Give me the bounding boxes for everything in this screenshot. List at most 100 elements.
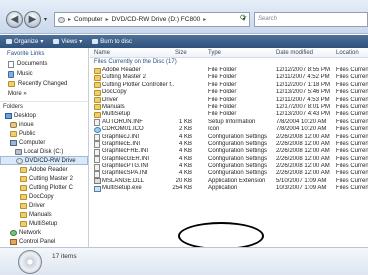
- column-header-name[interactable]: Name: [94, 50, 110, 56]
- file-date-modified: 12/17/2007 8:01 PM: [276, 103, 331, 110]
- favorite-link[interactable]: Documents: [0, 59, 88, 69]
- folder-icon: [20, 220, 27, 227]
- column-headers: Name Size Type Date modified Location: [90, 48, 368, 58]
- disc-icon: [16, 157, 23, 164]
- tree-item-label: Local Disk (C:): [24, 148, 64, 155]
- favorite-link[interactable]: More »: [0, 89, 88, 99]
- file-name: GraphtecSPA.INI: [102, 170, 148, 177]
- file-row[interactable]: Driver File Folder 12/11/2007 4:53 PM Files…: [90, 97, 368, 104]
- tree-item[interactable]: Adobe Reader: [0, 165, 88, 174]
- breadcrumb-drive[interactable]: DVD/CD-RW Drive (D:) FC800: [112, 16, 201, 23]
- icon-file-icon: [94, 126, 101, 133]
- file-location: Files Currently: [336, 140, 368, 147]
- tree-item[interactable]: inoue: [0, 120, 88, 129]
- file-location: Files Currently: [336, 81, 368, 88]
- search-input[interactable]: Search: [254, 12, 368, 27]
- application-icon: [94, 185, 101, 192]
- navigation-pane: Favorite Links Documents Music Recently Ch…: [0, 48, 89, 247]
- tree-item[interactable]: Desktop: [0, 111, 88, 120]
- drive-icon: [58, 16, 65, 23]
- file-location: Files Currently: [336, 118, 368, 125]
- file-row[interactable]: GraphtecE.INI 4 KB Configuration Settings 2…: [90, 140, 368, 149]
- tree-item[interactable]: MultiSetup: [0, 219, 88, 228]
- file-name: Manuals: [102, 103, 125, 110]
- file-row[interactable]: MSLANGE.DLL 20 KB Application Extension 5/1…: [90, 178, 368, 185]
- views-icon: [53, 39, 60, 44]
- file-row[interactable]: MultiSetup.exe 254 KB Application 10/3/2007…: [90, 185, 368, 192]
- file-row[interactable]: Cutting Plotter Controller f... File Fold…: [90, 82, 368, 89]
- tree-item[interactable]: Cutting Master 2: [0, 174, 88, 183]
- file-location: Files Currently: [336, 103, 368, 110]
- tree-item-label: Adobe Reader: [29, 166, 68, 173]
- file-row[interactable]: Cutting Master 2 File Folder 12/11/2007 4:…: [90, 74, 368, 81]
- file-row[interactable]: DocCopy File Folder 12/13/2007 5:46 PM File…: [90, 89, 368, 96]
- breadcrumb-computer[interactable]: Computer: [74, 16, 103, 23]
- column-header-size[interactable]: Size: [175, 50, 187, 56]
- tree-item-label: Cutting Master 2: [29, 175, 74, 182]
- burn-to-disc-button[interactable]: Burn to disc: [92, 39, 132, 45]
- group-header[interactable]: Files Currently on the Disc (17): [90, 58, 368, 67]
- tree-item-label: Desktop: [14, 112, 37, 119]
- column-header-location[interactable]: Location: [336, 50, 359, 56]
- file-row[interactable]: Manuals File Folder 12/17/2007 8:01 PM File…: [90, 104, 368, 111]
- file-row[interactable]: AUTORUN.INF 1 KB Setup Information 7/8/2004…: [90, 118, 368, 127]
- refresh-icon[interactable]: ⟳: [240, 13, 247, 22]
- tree-item[interactable]: DocCopy: [0, 192, 88, 201]
- file-type: Configuration Settings: [208, 140, 268, 147]
- favorite-link[interactable]: Recently Changed: [0, 79, 88, 89]
- file-size: 20 KB: [175, 177, 192, 184]
- file-name: MSLANGE.DLL: [102, 177, 145, 184]
- folder-icon: [94, 74, 101, 81]
- column-header-date-modified[interactable]: Date modified: [276, 50, 313, 56]
- file-name: MultiSetup.exe: [102, 185, 142, 192]
- tree-item[interactable]: Computer: [0, 138, 88, 147]
- favorite-link[interactable]: Music: [0, 69, 88, 79]
- file-row[interactable]: Adobe Reader File Folder 12/12/2007 8:55 P…: [90, 67, 368, 74]
- tree-item[interactable]: Driver: [0, 201, 88, 210]
- tree-item-label: Driver: [29, 202, 45, 209]
- file-location: Files Currently: [336, 133, 368, 140]
- organize-button[interactable]: Organize ▾: [6, 38, 43, 45]
- file-row[interactable]: GraphtecSPA.INI 4 KB Configuration Setting…: [90, 170, 368, 178]
- back-button[interactable]: ◀: [6, 11, 23, 28]
- computer-icon: [10, 139, 17, 146]
- favorite-link-label: Music: [17, 71, 33, 77]
- recent-pages-dropdown[interactable]: ▾: [44, 16, 47, 23]
- file-row[interactable]: GraphtecFRE.INI 4 KB Configuration Setting…: [90, 148, 368, 156]
- address-input[interactable]: ▸ Computer ▸ DVD/CD-RW Drive (D:) FC800 …: [54, 12, 250, 27]
- tree-item[interactable]: Cutting Plotter C: [0, 183, 88, 192]
- file-date-modified: 2/26/2008 12:00 AM: [276, 155, 330, 162]
- file-date-modified: 5/10/2007 1:09 AM: [276, 177, 327, 184]
- chevron-down-icon: ▾: [79, 39, 83, 45]
- file-row[interactable]: MultiSetup File Folder 12/13/2007 4:43 PM F…: [90, 111, 368, 118]
- column-header-type[interactable]: Type: [208, 50, 221, 56]
- breadcrumb-separator-icon: ▸: [105, 17, 109, 23]
- favorite-links-heading: Favorite Links: [7, 51, 45, 57]
- tree-item[interactable]: Local Disk (C:): [0, 147, 88, 156]
- folders-header[interactable]: Folders: [0, 101, 88, 111]
- tree-item[interactable]: Public: [0, 129, 88, 138]
- file-type: Configuration Settings: [208, 155, 268, 162]
- file-size: 4 KB: [178, 170, 192, 177]
- organize-icon: [6, 39, 12, 44]
- file-date-modified: 12/11/2007 4:52 PM: [276, 74, 330, 81]
- forward-button[interactable]: ▶: [24, 11, 41, 28]
- file-location: Files Currently: [336, 126, 368, 133]
- folder-icon: [94, 82, 101, 89]
- file-type: File Folder: [208, 67, 237, 73]
- file-row[interactable]: GraphtecGER.INI 4 KB Configuration Setting…: [90, 155, 368, 164]
- tree-item[interactable]: Control Panel: [0, 237, 88, 246]
- tree-item[interactable]: DVD/CD-RW Drive: [0, 156, 88, 165]
- file-name: AUTORUN.INF: [102, 118, 143, 125]
- file-row[interactable]: CDROM01.ICO 2 KB Icon 7/8/2004 10:20 AM File…: [90, 126, 368, 133]
- tree-item[interactable]: Manuals: [0, 210, 88, 219]
- file-row[interactable]: GraphtecPTG.INI 4 KB Configuration Setting…: [90, 163, 368, 171]
- file-type: File Folder: [208, 96, 237, 103]
- file-date-modified: 12/11/2007 4:53 PM: [276, 96, 330, 103]
- tree-item[interactable]: Network: [0, 228, 88, 237]
- views-button[interactable]: Views ▾: [53, 38, 82, 45]
- item-count: 17 items: [52, 253, 77, 260]
- file-name: GraphtecJ.INI: [102, 133, 140, 140]
- file-row[interactable]: GraphtecJ.INI 4 KB Configuration Settings 2…: [90, 133, 368, 142]
- breadcrumb-separator-icon: ▸: [68, 17, 72, 23]
